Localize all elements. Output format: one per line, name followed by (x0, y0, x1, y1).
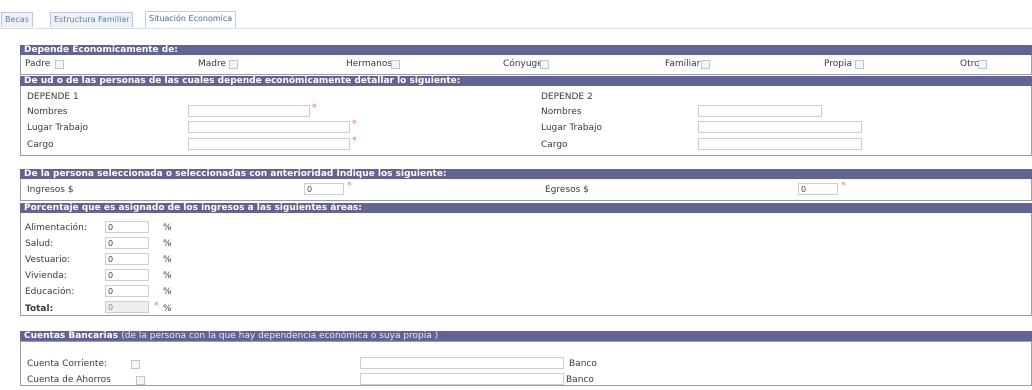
percent-sign: % (163, 287, 172, 297)
egresos-input[interactable] (798, 183, 838, 195)
salud-label: Salud: (25, 239, 54, 249)
educacion-input[interactable] (105, 285, 149, 297)
banco-corriente-label: Banco (569, 359, 597, 369)
required-mark: * (347, 181, 352, 191)
personas-section: DEPENDE 1 Nombres * Lugar Trabajo * Carg… (20, 86, 1032, 156)
checkbox-familiar[interactable] (701, 60, 710, 69)
checkbox-otro[interactable] (978, 60, 987, 69)
depende1-lugar-input[interactable] (188, 121, 350, 133)
option-label-propia: Propia (824, 59, 853, 69)
alimentacion-label: Alimentación: (25, 223, 87, 233)
banco-ahorros-label: Banco (566, 375, 594, 385)
banco-ahorros-input[interactable] (360, 373, 564, 385)
cuenta-corriente-label: Cuenta Corriente: (27, 359, 108, 369)
depende1-cargo-label: Cargo (27, 140, 54, 150)
ingresos-section: Ingresos $ * Egresos $ * (20, 179, 1032, 201)
tab-divider (0, 28, 1032, 29)
cuenta-ahorros-label: Cuenta de Ahorros (27, 375, 111, 385)
tab-situacion-economica[interactable]: Situación Economica (145, 11, 237, 28)
checkbox-propia[interactable] (855, 60, 864, 69)
cuentas-header: Cuentas Bancarias (de la persona con la … (20, 331, 1032, 341)
checkbox-cuenta-corriente[interactable] (131, 360, 140, 369)
checkbox-padre[interactable] (55, 60, 64, 69)
vivienda-input[interactable] (105, 269, 149, 281)
porcentaje-header: Porcentaje que es asignado de los ingres… (20, 203, 1032, 213)
checkbox-madre[interactable] (229, 60, 238, 69)
percent-sign: % (163, 304, 172, 314)
egresos-label: Egresos $ (545, 185, 589, 195)
ingresos-input[interactable] (304, 183, 344, 195)
option-label-familiar: Familiar (665, 59, 701, 69)
tab-bar: Becas Estructura Familiar Situación Econ… (0, 11, 1032, 28)
depende2-nombres-label: Nombres (541, 107, 582, 117)
total-label: Total: (25, 304, 54, 314)
depende1-lugar-label: Lugar Trabajo (27, 123, 88, 133)
tab-estructura-familiar[interactable]: Estructura Familiar (50, 12, 134, 27)
depende2-cargo-input[interactable] (698, 138, 862, 150)
percent-sign: % (163, 223, 172, 233)
percent-sign: % (163, 255, 172, 265)
option-label-conyuge: Cónyuge (503, 59, 543, 69)
depende2-lugar-input[interactable] (698, 121, 862, 133)
alimentacion-input[interactable] (105, 221, 149, 233)
ingresos-header: De la persona seleccionada o seleccionad… (20, 169, 1032, 179)
cuentas-section: Cuenta Corriente: Banco Cuenta de Ahorro… (20, 341, 1032, 386)
option-label-padre: Padre (25, 59, 51, 69)
depende2-nombres-input[interactable] (698, 105, 822, 117)
tab-becas[interactable]: Becas (1, 12, 33, 27)
option-label-otro: Otro (960, 59, 980, 69)
depende1-title: DEPENDE 1 (27, 92, 79, 102)
depende1-nombres-label: Nombres (27, 107, 68, 117)
option-label-madre: Madre (198, 59, 227, 69)
cuentas-header-bold: Cuentas Bancarias (24, 331, 119, 341)
salud-input[interactable] (105, 237, 149, 249)
checkbox-cuenta-ahorros[interactable] (136, 376, 145, 385)
required-mark: * (841, 181, 846, 191)
educacion-label: Educación: (25, 287, 75, 297)
vivienda-label: Vivienda: (25, 271, 67, 281)
ingresos-label: Ingresos $ (27, 185, 74, 195)
vestuario-input[interactable] (105, 253, 149, 265)
depende2-lugar-label: Lugar Trabajo (541, 123, 602, 133)
porcentaje-section: Alimentación: % Salud: % Vestuario: % Vi… (20, 213, 1032, 316)
option-label-hermanos: Hermanos (346, 59, 393, 69)
situacion-economica-panel: Depende Economicamente de: Padre Madre H… (20, 43, 1032, 388)
depende2-cargo-label: Cargo (541, 140, 568, 150)
checkbox-hermanos[interactable] (391, 60, 400, 69)
depende-section: Padre Madre Hermanos Cónyuge Familiar Pr… (20, 55, 1032, 75)
total-input (105, 301, 149, 313)
depende-header: Depende Economicamente de: (20, 45, 1032, 55)
depende2-title: DEPENDE 2 (541, 92, 593, 102)
cuentas-header-note: (de la persona con la que hay dependenci… (121, 331, 439, 341)
required-mark: * (352, 136, 357, 146)
required-mark: * (312, 103, 317, 113)
vestuario-label: Vestuario: (25, 255, 71, 265)
banco-corriente-input[interactable] (360, 357, 564, 369)
checkbox-conyuge[interactable] (540, 60, 549, 69)
depende1-cargo-input[interactable] (188, 138, 350, 150)
required-mark: * (154, 301, 159, 311)
percent-sign: % (163, 239, 172, 249)
percent-sign: % (163, 271, 172, 281)
personas-header: De ud o de las personas de las cuales de… (20, 76, 1032, 86)
depende1-nombres-input[interactable] (188, 105, 310, 117)
required-mark: * (352, 119, 357, 129)
